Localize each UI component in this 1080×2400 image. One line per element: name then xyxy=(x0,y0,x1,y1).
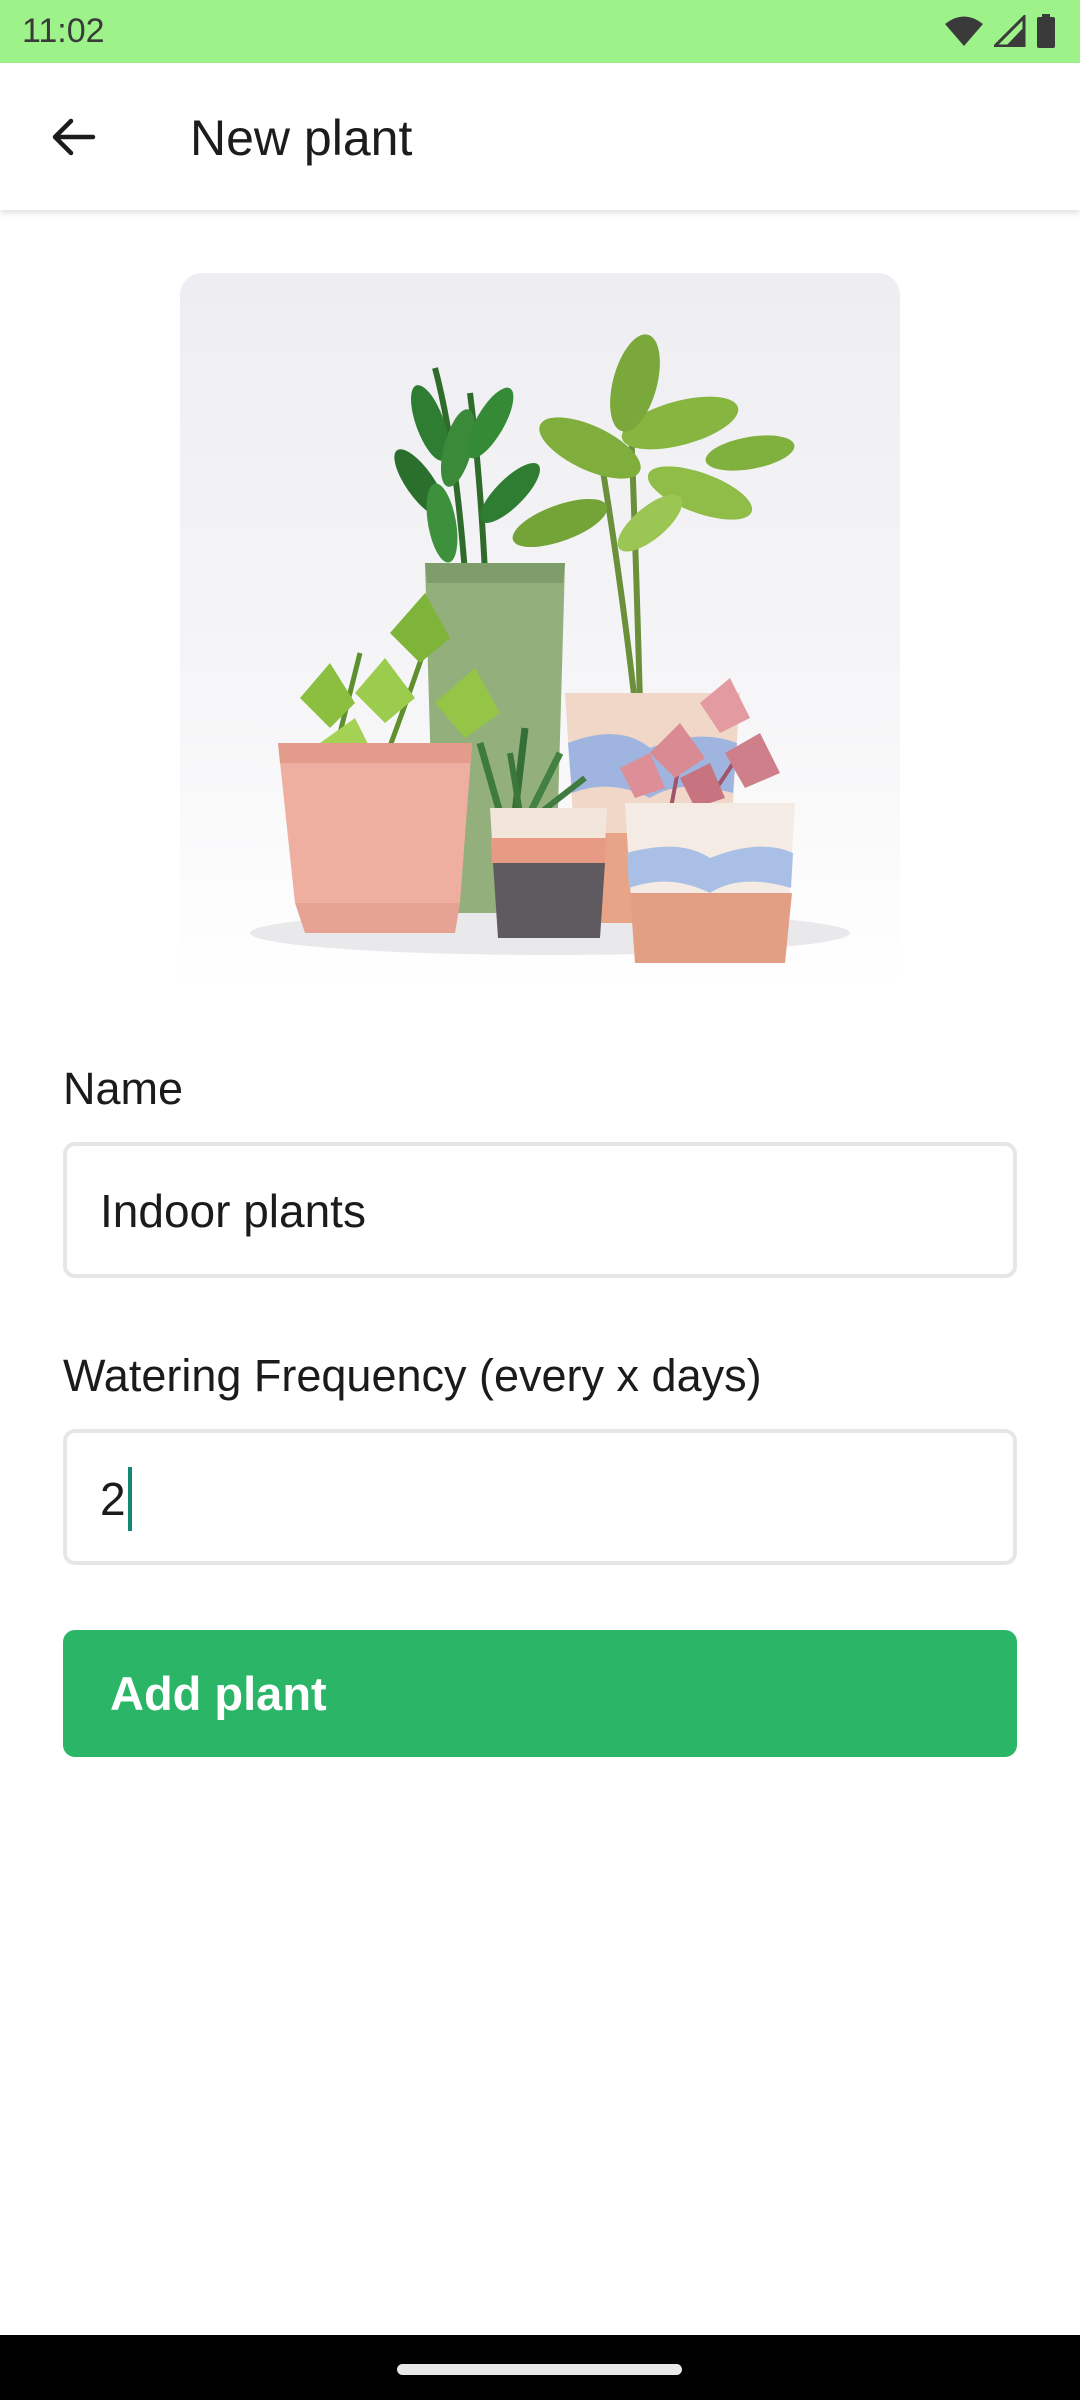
text-caret xyxy=(127,1467,132,1531)
page-title: New plant xyxy=(190,110,413,166)
status-bar: 11:02 xyxy=(0,0,1080,63)
watering-frequency-value: 2 xyxy=(100,1467,132,1535)
battery-icon xyxy=(1037,14,1055,48)
status-time: 11:02 xyxy=(22,12,105,50)
name-label: Name xyxy=(63,1063,184,1114)
cellular-signal-icon xyxy=(994,15,1026,47)
plant-photo[interactable] xyxy=(180,273,900,993)
add-plant-button[interactable]: Add plant xyxy=(63,1630,1017,1757)
back-button[interactable] xyxy=(30,99,116,175)
watering-frequency-label: Watering Frequency (every x days) xyxy=(63,1350,762,1401)
potted-plants-photo xyxy=(250,334,850,963)
wifi-icon xyxy=(945,16,983,46)
status-icons xyxy=(944,14,1056,48)
name-field[interactable]: Indoor plants xyxy=(63,1142,1017,1278)
name-field-value: Indoor plants xyxy=(100,1185,366,1237)
home-indicator[interactable] xyxy=(397,2364,682,2375)
watering-frequency-field[interactable]: 2 xyxy=(63,1429,1017,1565)
watering-frequency-text: 2 xyxy=(100,1473,126,1526)
arrow-back-icon xyxy=(52,118,96,156)
app-bar: New plant xyxy=(0,63,1080,210)
add-plant-button-label: Add plant xyxy=(110,1667,327,1720)
screen: 11:02 New plant Name Indoor plants Water… xyxy=(0,0,1080,2400)
